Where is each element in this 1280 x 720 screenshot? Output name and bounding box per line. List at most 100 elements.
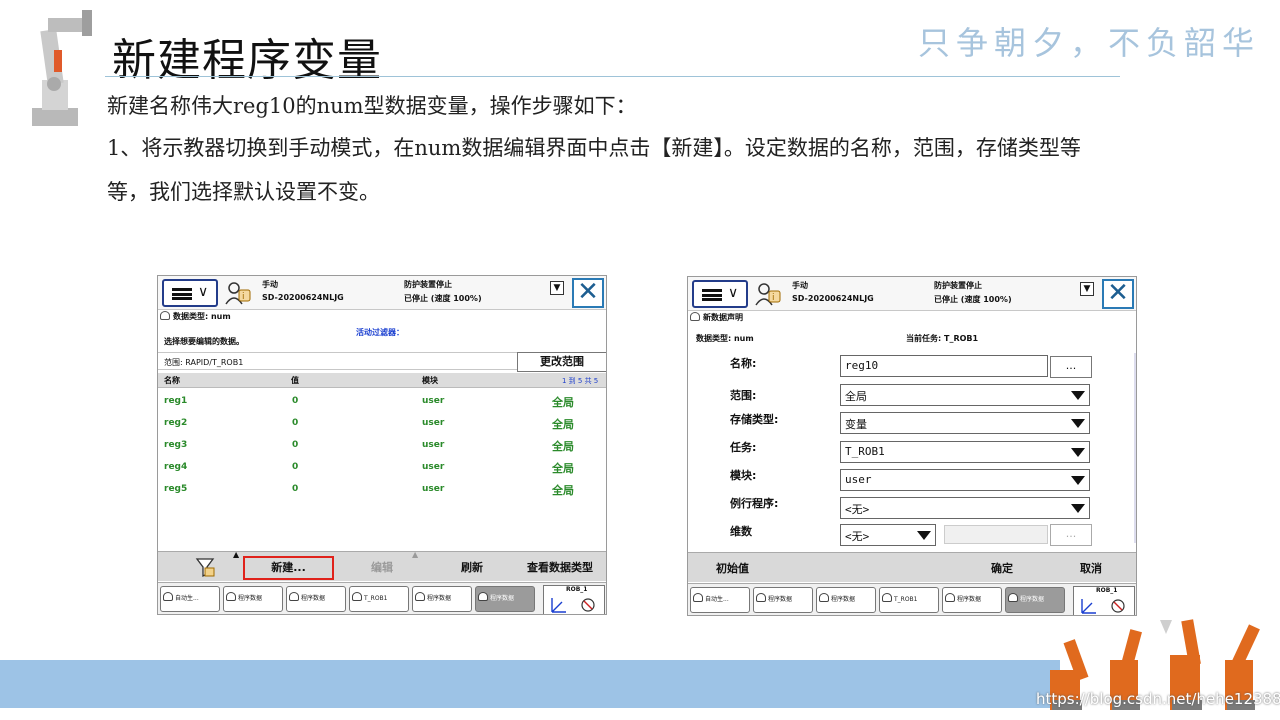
storage-type-select[interactable]: 变量 xyxy=(840,412,1090,434)
scope-bar: 范围: RAPID/T_ROB1 更改范围 xyxy=(158,352,606,372)
module-select[interactable]: user xyxy=(840,469,1090,491)
task-program-data[interactable]: 程序数据 xyxy=(223,586,283,612)
data-type-label: 数据类型: num xyxy=(696,334,754,343)
up-arrow-icon: ▲ xyxy=(233,550,240,559)
row-value: 0 xyxy=(292,396,299,406)
task-program-data[interactable]: 程序数据 xyxy=(942,587,1002,613)
routine-label: 例行程序: xyxy=(730,497,779,510)
command-bar: ▲ 新建... 编辑 ▲ 刷新 查看数据类型 xyxy=(158,550,606,581)
dropdown-arrow-icon xyxy=(1071,476,1085,485)
close-button[interactable]: ✕ xyxy=(1102,279,1134,309)
task-autoproduce[interactable]: 自动生... xyxy=(160,586,220,612)
row-name: reg1 xyxy=(164,396,188,406)
task-t-rob1[interactable]: T_ROB1 xyxy=(349,586,409,612)
step-paragraph: 1、将示教器切换到手动模式，在num数据编辑界面中点击【新建】。设定数据的名称，… xyxy=(107,136,1081,160)
dropdown-arrow-icon xyxy=(1071,419,1085,428)
mode-label: 手动 xyxy=(792,281,808,290)
up-arrow-icon: ▲ xyxy=(412,550,419,559)
cancel-button[interactable]: 取消 xyxy=(1080,560,1102,576)
speed-state: 已停止 (速度 100%) xyxy=(934,295,1012,304)
svg-text:i: i xyxy=(772,293,775,303)
name-keyboard-button[interactable]: ... xyxy=(1050,356,1092,378)
data-icon xyxy=(226,592,236,601)
task-t-rob1[interactable]: T_ROB1 xyxy=(879,587,939,613)
table-row[interactable]: reg4 0 user 全局 xyxy=(158,458,606,480)
table-header: 名称 值 模块 1 到 5 共 5 xyxy=(158,373,606,388)
table-row[interactable]: reg2 0 user 全局 xyxy=(158,414,606,436)
dropdown-arrow-icon xyxy=(1071,391,1085,400)
module-label: 模块: xyxy=(730,469,757,482)
task-label: 任务: xyxy=(730,441,757,454)
row-value: 0 xyxy=(292,418,299,428)
breadcrumb: 新数据声明 xyxy=(690,312,743,326)
data-icon xyxy=(756,593,766,602)
view-datatype-button[interactable]: 查看数据类型 xyxy=(527,559,593,575)
row-name: reg3 xyxy=(164,440,188,450)
flexpendant-new-declaration: ∨ i 手动 SD-20200624NLJG 防护装置停止 已停止 (速度 10… xyxy=(687,276,1137,616)
quickset-icon[interactable]: ▼ xyxy=(1080,282,1094,296)
breadcrumb: 数据类型: num xyxy=(160,311,231,325)
row-module: user xyxy=(422,396,445,406)
routine-select[interactable]: <无> xyxy=(840,497,1090,519)
data-icon xyxy=(289,592,299,601)
dimension-select[interactable]: <无> xyxy=(840,524,936,546)
new-button[interactable]: 新建... xyxy=(243,556,334,580)
filter-icon[interactable] xyxy=(194,556,216,578)
dimension-label: 维数 xyxy=(730,525,752,538)
data-icon xyxy=(945,593,955,602)
table-row[interactable]: reg1 0 user 全局 xyxy=(158,392,606,414)
current-task-label: 当前任务: T_ROB1 xyxy=(906,334,979,343)
row-module: user xyxy=(422,462,445,472)
dropdown-arrow-icon xyxy=(1071,448,1085,457)
initial-value-button[interactable]: 初始值 xyxy=(716,560,749,576)
chevron-down-icon: ∨ xyxy=(728,285,739,301)
intro-paragraph: 新建名称伟大reg10的num型数据变量，操作步骤如下： xyxy=(107,94,637,118)
row-name: reg4 xyxy=(164,462,188,472)
scrollbar[interactable] xyxy=(1134,353,1136,543)
quickset-icon[interactable]: ▼ xyxy=(550,281,564,295)
jog-robot-indicator[interactable]: ROB_1 xyxy=(543,585,605,614)
task-program-data-active[interactable]: 程序数据 xyxy=(475,586,535,612)
data-icon xyxy=(690,312,700,321)
table-row[interactable]: reg5 0 user 全局 xyxy=(158,480,606,502)
edit-button[interactable]: 编辑 xyxy=(371,559,393,575)
data-icon xyxy=(1008,593,1018,602)
dimension-button[interactable]: ... xyxy=(1050,524,1092,546)
row-module: user xyxy=(422,484,445,494)
close-button[interactable]: ✕ xyxy=(572,278,604,308)
hamburger-icon xyxy=(702,289,722,301)
operator-info-icon[interactable]: i xyxy=(754,281,782,307)
slide-title: 新建程序变量 xyxy=(112,35,382,86)
menu-button[interactable]: ∨ xyxy=(692,280,748,308)
scope-select[interactable]: 全局 xyxy=(840,384,1090,406)
data-icon xyxy=(160,311,170,320)
row-count: 1 到 5 共 5 xyxy=(562,377,599,385)
slogan: 只争朝夕，不负韶华 xyxy=(918,24,1261,62)
active-filter-label: 活动过滤器： xyxy=(356,328,404,337)
step-paragraph-cont: 等，我们选择默认设置不变。 xyxy=(107,180,380,204)
task-program-data[interactable]: 程序数据 xyxy=(753,587,813,613)
footer-band xyxy=(0,660,1060,708)
task-autoproduce[interactable]: 自动生... xyxy=(690,587,750,613)
program-icon xyxy=(352,592,362,601)
robot-arm-image xyxy=(32,10,92,126)
table-row[interactable]: reg3 0 user 全局 xyxy=(158,436,606,458)
menu-button[interactable]: ∨ xyxy=(162,279,218,307)
svg-text:i: i xyxy=(242,292,245,302)
change-scope-button[interactable]: 更改范围 xyxy=(517,352,606,372)
row-scope: 全局 xyxy=(552,462,574,475)
row-name: reg2 xyxy=(164,418,188,428)
row-scope: 全局 xyxy=(552,396,574,409)
task-program-data[interactable]: 程序数据 xyxy=(286,586,346,612)
ok-button[interactable]: 确定 xyxy=(991,560,1013,576)
row-module: user xyxy=(422,418,445,428)
row-scope: 全局 xyxy=(552,484,574,497)
operator-info-icon[interactable]: i xyxy=(224,280,252,306)
row-value: 0 xyxy=(292,462,299,472)
name-input[interactable]: reg10 xyxy=(840,355,1048,377)
task-select[interactable]: T_ROB1 xyxy=(840,441,1090,463)
system-name: SD-20200624NLJG xyxy=(792,294,874,303)
task-program-data[interactable]: 程序数据 xyxy=(412,586,472,612)
task-program-data[interactable]: 程序数据 xyxy=(816,587,876,613)
refresh-button[interactable]: 刷新 xyxy=(461,559,483,575)
